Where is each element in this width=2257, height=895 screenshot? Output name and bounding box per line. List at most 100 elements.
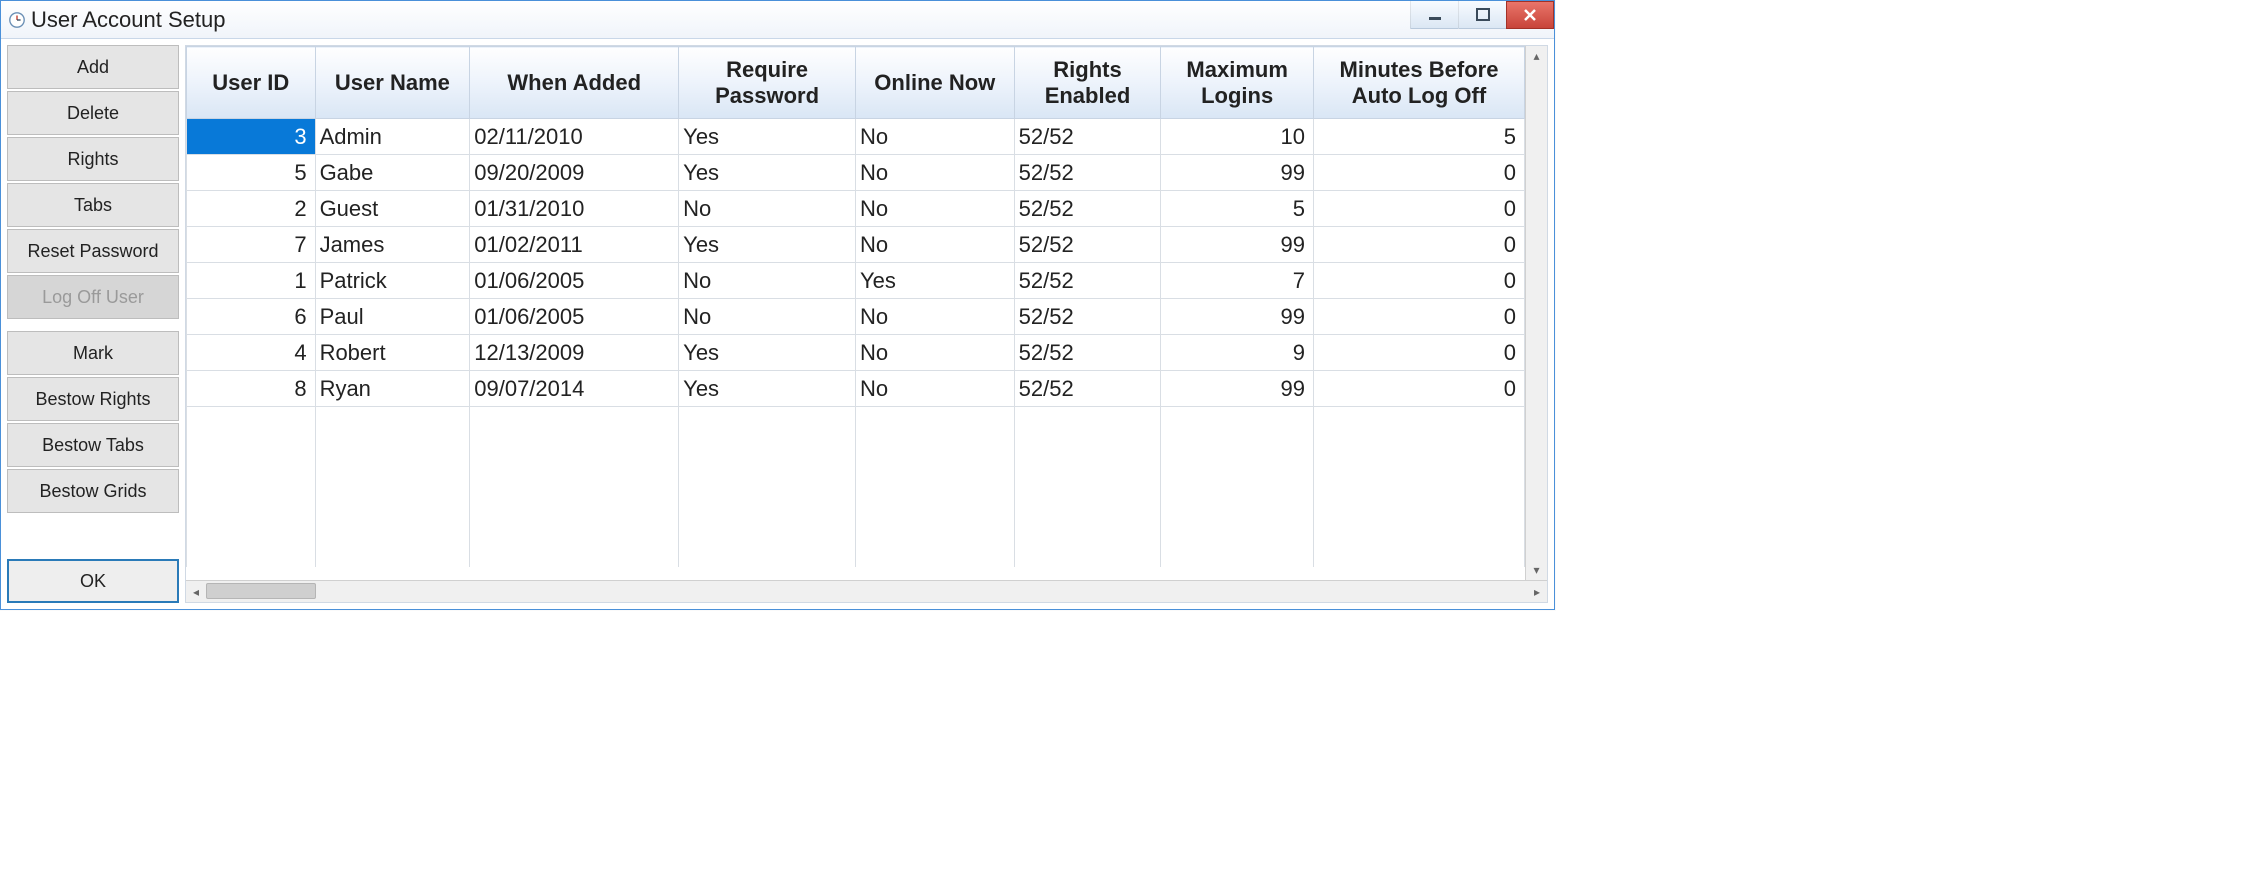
cell-when_added[interactable]: 02/11/2010 bbox=[470, 119, 679, 155]
close-button[interactable] bbox=[1506, 1, 1554, 29]
table-row[interactable]: 2Guest01/31/2010NoNo52/5250 bbox=[187, 191, 1525, 227]
table-row[interactable]: 4Robert12/13/2009YesNo52/5290 bbox=[187, 335, 1525, 371]
cell-user_name[interactable]: Gabe bbox=[315, 155, 470, 191]
table-row[interactable]: 8Ryan09/07/2014YesNo52/52990 bbox=[187, 371, 1525, 407]
cell-maximum_logins[interactable]: 99 bbox=[1161, 371, 1314, 407]
table-row[interactable]: 1Patrick01/06/2005NoYes52/5270 bbox=[187, 263, 1525, 299]
col-header-when-added[interactable]: When Added bbox=[470, 47, 679, 119]
maximize-button[interactable] bbox=[1458, 1, 1506, 29]
cell-user_id[interactable]: 8 bbox=[187, 371, 316, 407]
cell-when_added[interactable]: 01/02/2011 bbox=[470, 227, 679, 263]
cell-auto_log_off[interactable]: 0 bbox=[1313, 335, 1524, 371]
cell-maximum_logins[interactable]: 5 bbox=[1161, 191, 1314, 227]
col-header-user-name[interactable]: User Name bbox=[315, 47, 470, 119]
bestow-tabs-button[interactable]: Bestow Tabs bbox=[7, 423, 179, 467]
col-header-online-now[interactable]: Online Now bbox=[855, 47, 1014, 119]
cell-user_id[interactable]: 1 bbox=[187, 263, 316, 299]
cell-auto_log_off[interactable]: 0 bbox=[1313, 263, 1524, 299]
cell-user_name[interactable]: Paul bbox=[315, 299, 470, 335]
col-header-auto-log-off[interactable]: Minutes Before Auto Log Off bbox=[1313, 47, 1524, 119]
cell-online_now[interactable]: No bbox=[855, 191, 1014, 227]
cell-rights_enabled[interactable]: 52/52 bbox=[1014, 119, 1161, 155]
cell-user_name[interactable]: James bbox=[315, 227, 470, 263]
cell-rights_enabled[interactable]: 52/52 bbox=[1014, 335, 1161, 371]
horizontal-scrollbar[interactable]: ◂ ▸ bbox=[186, 580, 1547, 602]
mark-button[interactable]: Mark bbox=[7, 331, 179, 375]
cell-require_password[interactable]: Yes bbox=[679, 371, 856, 407]
cell-user_id[interactable]: 7 bbox=[187, 227, 316, 263]
cell-user_name[interactable]: Guest bbox=[315, 191, 470, 227]
cell-auto_log_off[interactable]: 5 bbox=[1313, 119, 1524, 155]
cell-rights_enabled[interactable]: 52/52 bbox=[1014, 263, 1161, 299]
cell-user_name[interactable]: Ryan bbox=[315, 371, 470, 407]
cell-when_added[interactable]: 09/07/2014 bbox=[470, 371, 679, 407]
cell-maximum_logins[interactable]: 9 bbox=[1161, 335, 1314, 371]
cell-when_added[interactable]: 01/06/2005 bbox=[470, 299, 679, 335]
cell-user_id[interactable]: 5 bbox=[187, 155, 316, 191]
cell-rights_enabled[interactable]: 52/52 bbox=[1014, 371, 1161, 407]
scroll-right-icon[interactable]: ▸ bbox=[1527, 581, 1547, 602]
delete-button[interactable]: Delete bbox=[7, 91, 179, 135]
scroll-down-icon[interactable]: ▾ bbox=[1526, 560, 1547, 580]
hscroll-track[interactable] bbox=[206, 581, 1527, 602]
cell-user_id[interactable]: 3 bbox=[187, 119, 316, 155]
table-row[interactable]: 5Gabe09/20/2009YesNo52/52990 bbox=[187, 155, 1525, 191]
cell-user_name[interactable]: Patrick bbox=[315, 263, 470, 299]
cell-require_password[interactable]: Yes bbox=[679, 119, 856, 155]
cell-auto_log_off[interactable]: 0 bbox=[1313, 371, 1524, 407]
grid-header-row[interactable]: User ID User Name When Added Require Pas… bbox=[187, 47, 1525, 119]
cell-online_now[interactable]: No bbox=[855, 335, 1014, 371]
cell-user_id[interactable]: 4 bbox=[187, 335, 316, 371]
cell-rights_enabled[interactable]: 52/52 bbox=[1014, 299, 1161, 335]
cell-when_added[interactable]: 01/06/2005 bbox=[470, 263, 679, 299]
titlebar[interactable]: User Account Setup bbox=[1, 1, 1554, 39]
cell-maximum_logins[interactable]: 99 bbox=[1161, 227, 1314, 263]
vertical-scrollbar[interactable]: ▴ ▾ bbox=[1525, 46, 1547, 580]
cell-when_added[interactable]: 01/31/2010 bbox=[470, 191, 679, 227]
cell-rights_enabled[interactable]: 52/52 bbox=[1014, 227, 1161, 263]
table-row[interactable]: 6Paul01/06/2005NoNo52/52990 bbox=[187, 299, 1525, 335]
reset-password-button[interactable]: Reset Password bbox=[7, 229, 179, 273]
scroll-left-icon[interactable]: ◂ bbox=[186, 581, 206, 602]
cell-maximum_logins[interactable]: 7 bbox=[1161, 263, 1314, 299]
table-row[interactable]: 7James01/02/2011YesNo52/52990 bbox=[187, 227, 1525, 263]
cell-require_password[interactable]: No bbox=[679, 299, 856, 335]
cell-online_now[interactable]: No bbox=[855, 227, 1014, 263]
cell-when_added[interactable]: 09/20/2009 bbox=[470, 155, 679, 191]
hscroll-thumb[interactable] bbox=[206, 583, 316, 599]
user-grid[interactable]: User ID User Name When Added Require Pas… bbox=[186, 46, 1525, 580]
bestow-rights-button[interactable]: Bestow Rights bbox=[7, 377, 179, 421]
minimize-button[interactable] bbox=[1410, 1, 1458, 29]
cell-maximum_logins[interactable]: 10 bbox=[1161, 119, 1314, 155]
cell-auto_log_off[interactable]: 0 bbox=[1313, 299, 1524, 335]
cell-auto_log_off[interactable]: 0 bbox=[1313, 155, 1524, 191]
bestow-grids-button[interactable]: Bestow Grids bbox=[7, 469, 179, 513]
cell-require_password[interactable]: No bbox=[679, 263, 856, 299]
table-row[interactable]: 3Admin02/11/2010YesNo52/52105 bbox=[187, 119, 1525, 155]
cell-user_id[interactable]: 6 bbox=[187, 299, 316, 335]
cell-rights_enabled[interactable]: 52/52 bbox=[1014, 191, 1161, 227]
col-header-user-id[interactable]: User ID bbox=[187, 47, 316, 119]
ok-button[interactable]: OK bbox=[7, 559, 179, 603]
cell-user_id[interactable]: 2 bbox=[187, 191, 316, 227]
cell-online_now[interactable]: No bbox=[855, 119, 1014, 155]
scroll-up-icon[interactable]: ▴ bbox=[1526, 46, 1547, 66]
col-header-require-password[interactable]: Require Password bbox=[679, 47, 856, 119]
cell-auto_log_off[interactable]: 0 bbox=[1313, 191, 1524, 227]
cell-rights_enabled[interactable]: 52/52 bbox=[1014, 155, 1161, 191]
cell-require_password[interactable]: Yes bbox=[679, 227, 856, 263]
add-button[interactable]: Add bbox=[7, 45, 179, 89]
cell-online_now[interactable]: Yes bbox=[855, 263, 1014, 299]
cell-user_name[interactable]: Admin bbox=[315, 119, 470, 155]
tabs-button[interactable]: Tabs bbox=[7, 183, 179, 227]
cell-online_now[interactable]: No bbox=[855, 299, 1014, 335]
cell-require_password[interactable]: No bbox=[679, 191, 856, 227]
cell-online_now[interactable]: No bbox=[855, 155, 1014, 191]
col-header-rights-enabled[interactable]: Rights Enabled bbox=[1014, 47, 1161, 119]
cell-require_password[interactable]: Yes bbox=[679, 335, 856, 371]
col-header-maximum-logins[interactable]: Maximum Logins bbox=[1161, 47, 1314, 119]
rights-button[interactable]: Rights bbox=[7, 137, 179, 181]
cell-user_name[interactable]: Robert bbox=[315, 335, 470, 371]
cell-maximum_logins[interactable]: 99 bbox=[1161, 299, 1314, 335]
cell-when_added[interactable]: 12/13/2009 bbox=[470, 335, 679, 371]
